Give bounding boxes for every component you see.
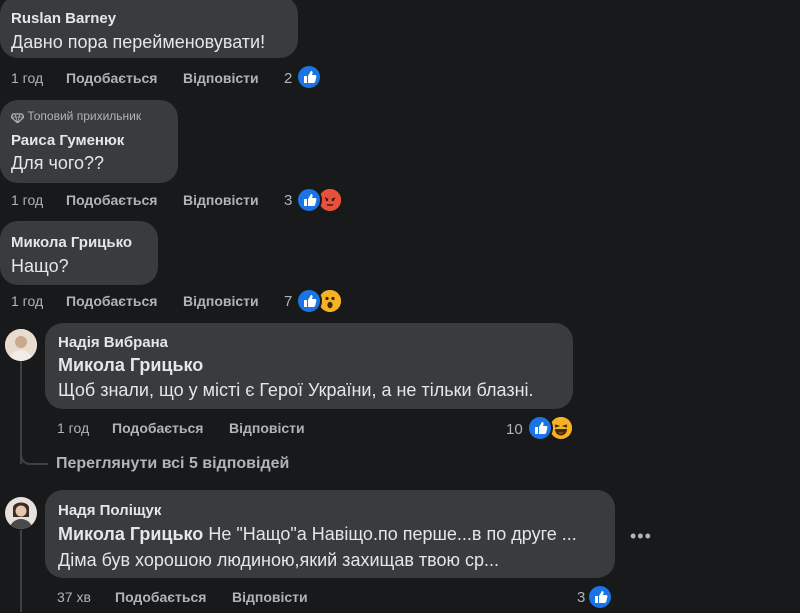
reaction-count[interactable]: 3 [284, 192, 292, 209]
thread-line [20, 530, 22, 612]
reply-text: Щоб знали, що у місті є Герої України, а… [58, 380, 534, 400]
comment-text: Нащо? [11, 256, 69, 276]
avatar[interactable] [5, 329, 37, 361]
reaction-count[interactable]: 2 [284, 70, 292, 87]
like-reaction-icon [296, 187, 322, 213]
reply-text-line-1: Микола Грицько Не "Нащо"а Навіщо.по перш… [58, 524, 577, 545]
avatar[interactable] [5, 497, 37, 529]
diamond-icon [10, 112, 25, 124]
more-options-icon[interactable]: ••• [630, 526, 652, 547]
reply-button[interactable]: Відповісти [229, 420, 305, 436]
like-reaction-icon [527, 415, 553, 441]
badge-label: Топовий прихильник [27, 109, 142, 123]
thread-elbow [20, 447, 48, 465]
reply-author[interactable]: Надя Поліщук [58, 502, 161, 519]
comment-author[interactable]: Микола Грицько [11, 234, 132, 251]
reply-button[interactable]: Відповісти [183, 70, 259, 86]
reply-time[interactable]: 37 хв [57, 589, 91, 605]
like-button[interactable]: Подобається [66, 192, 157, 208]
reaction-count[interactable]: 10 [506, 421, 523, 438]
like-reaction-icon [296, 64, 322, 90]
like-button[interactable]: Подобається [115, 589, 206, 605]
comment-author[interactable]: Ruslan Barney [11, 10, 116, 27]
reply-button[interactable]: Відповісти [183, 293, 259, 309]
reaction-count[interactable]: 3 [577, 589, 585, 606]
like-reaction-icon [296, 288, 322, 314]
comment-time[interactable]: 1 год [11, 70, 43, 86]
comment-time[interactable]: 1 год [11, 293, 43, 309]
view-all-replies-link[interactable]: Переглянути всі 5 відповідей [56, 455, 289, 473]
mention[interactable]: Микола Грицько [58, 355, 203, 376]
reply-text: Не "Нащо"а Навіщо.по перше...в по друге … [208, 524, 577, 544]
reply-text-line-2: Діма був хорошою людиною,який захищав тв… [58, 550, 500, 570]
reply-button[interactable]: Відповісти [183, 192, 259, 208]
reply-button[interactable]: Відповісти [232, 589, 308, 605]
like-button[interactable]: Подобається [66, 293, 157, 309]
comment-time[interactable]: 1 год [11, 192, 43, 208]
like-button[interactable]: Подобається [66, 70, 157, 86]
comment-text: Давно пора перейменовувати! [11, 32, 266, 52]
reply-time[interactable]: 1 год [57, 420, 89, 436]
like-button[interactable]: Подобається [112, 420, 203, 436]
mention[interactable]: Микола Грицько [58, 524, 203, 544]
top-fan-badge: Топовий прихильник [10, 109, 142, 124]
reply-author[interactable]: Надія Вибрана [58, 334, 168, 351]
comment-author[interactable]: Раиса Гуменюк [11, 132, 124, 149]
like-reaction-icon [587, 584, 613, 610]
reaction-count[interactable]: 7 [284, 293, 292, 310]
comment-text: Для чого?? [11, 153, 105, 173]
